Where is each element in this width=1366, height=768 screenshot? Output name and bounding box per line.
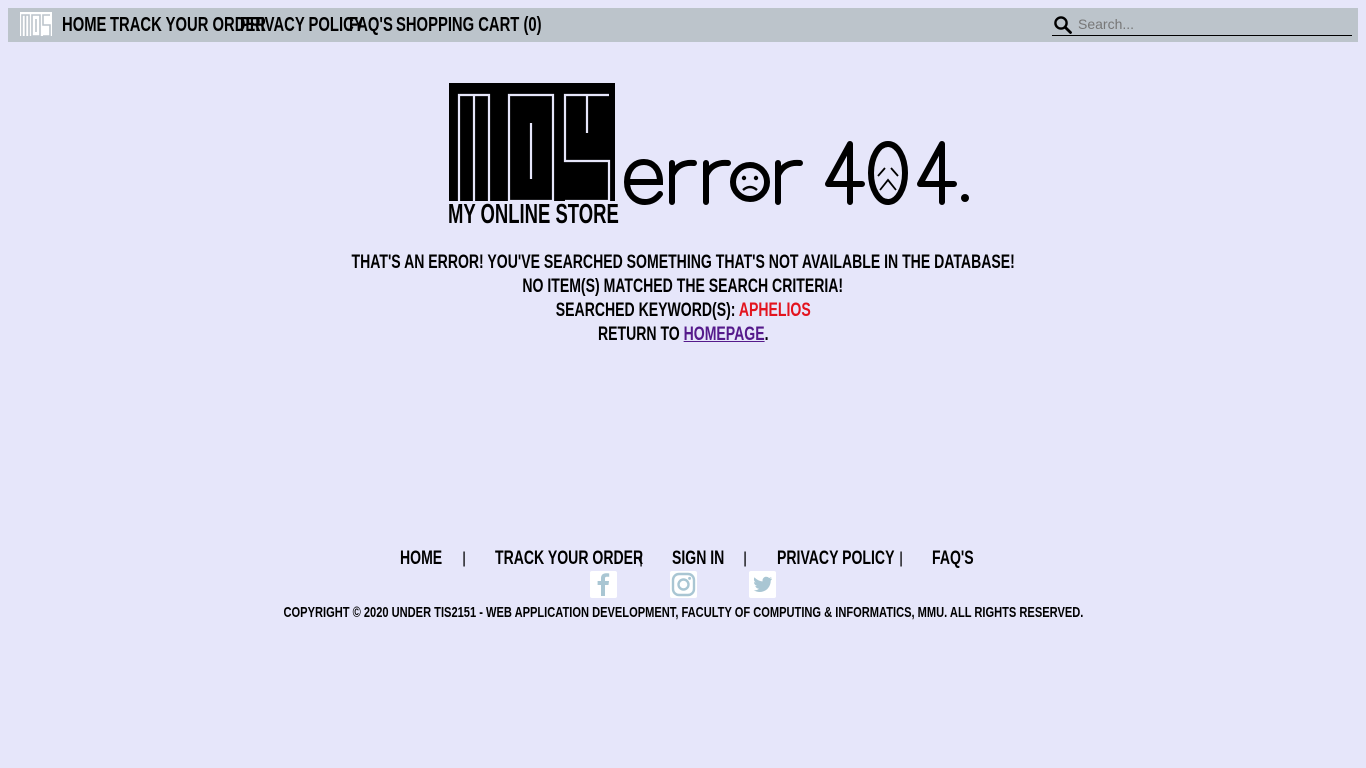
error-message-line-1: THAT'S AN ERROR! YOU'VE SEARCHED SOMETHI… [351, 252, 1015, 273]
error-message-line-2: NO ITEM(S) MATCHED THE SEARCH CRITERIA! [522, 276, 844, 297]
sad-zero-icon [868, 141, 908, 205]
searched-keyword-line: SEARCHED KEYWORD(S): APHELIOS [0, 299, 1366, 323]
nav-faqs-link[interactable]: FAQ'S [349, 13, 393, 37]
nav-shopping-cart-link[interactable]: SHOPPING CART (0) [396, 13, 542, 37]
homepage-link[interactable]: HOMEPAGE [683, 324, 764, 345]
copyright-text: COPYRIGHT © 2020 UNDER TIS2151 - WEB APP… [283, 604, 1083, 621]
error-404-heading [623, 141, 969, 206]
footer-privacy-policy-link[interactable]: PRIVACY POLICY [777, 546, 894, 572]
facebook-icon[interactable] [590, 571, 617, 598]
mos-brand-logo [449, 83, 615, 201]
mos-logo-icon[interactable] [20, 12, 52, 36]
footer-track-order-link[interactable]: TRACK YOUR ORDER [495, 546, 643, 572]
footer-separator: | [743, 550, 748, 567]
twitter-icon[interactable] [749, 571, 776, 598]
brand-tagline: MY ONLINE STORE [448, 198, 619, 229]
footer-home-link[interactable]: HOME [400, 546, 442, 572]
footer-separator: | [899, 550, 904, 567]
nav-privacy-policy-link[interactable]: PRIVACY POLICY [240, 13, 364, 37]
footer-separator: | [462, 550, 467, 567]
return-prefix: RETURN TO [597, 324, 680, 345]
search-icon[interactable] [1053, 15, 1073, 35]
instagram-icon[interactable] [670, 571, 697, 598]
return-suffix: . [764, 324, 769, 345]
footer-nav: HOME | TRACK YOUR ORDER | SIGN IN | PRIV… [0, 546, 1366, 572]
search-input[interactable] [1078, 15, 1348, 33]
footer-faqs-link[interactable]: FAQ'S [932, 546, 974, 572]
searched-keyword-value: APHELIOS [738, 300, 811, 321]
sad-face-icon [730, 162, 770, 202]
keyword-label: SEARCHED KEYWORD(S): [555, 300, 736, 321]
footer-separator: | [639, 550, 644, 567]
return-line: RETURN TO HOMEPAGE. [0, 323, 1366, 347]
search-bar [1052, 13, 1352, 36]
top-navbar: HOME TRACK YOUR ORDER PRIVACY POLICY FAQ… [8, 8, 1358, 42]
nav-home-link[interactable]: HOME [62, 13, 106, 37]
footer-sign-in-link[interactable]: SIGN IN [672, 546, 724, 572]
